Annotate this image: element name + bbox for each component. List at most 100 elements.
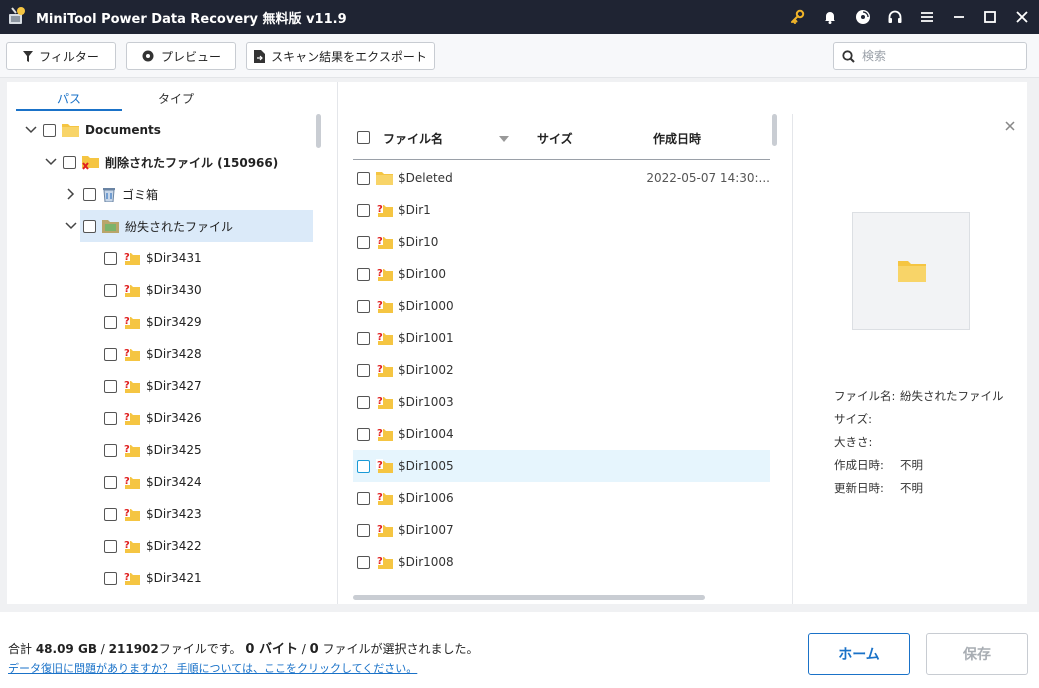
tree-checkbox[interactable] [104,315,117,329]
tree-checkbox[interactable] [104,411,117,425]
tree-item-label: Documents [85,123,161,137]
tree-checkbox[interactable] [43,123,56,137]
file-checkbox[interactable] [357,299,370,313]
search-box[interactable] [833,42,1027,70]
tree-item-dir[interactable]: ? $Dir3422 [104,530,202,562]
tree-item-dir[interactable]: ? $Dir3428 [104,338,202,370]
chevron-right-icon[interactable] [64,187,78,201]
tree-checkbox[interactable] [104,539,117,553]
tab-type[interactable]: タイプ [158,90,194,107]
file-checkbox[interactable] [357,491,370,505]
tree-checkbox[interactable] [104,571,117,585]
tree-item-recycle-bin[interactable]: ゴミ箱 [64,178,158,210]
menu-icon[interactable] [916,6,938,28]
sort-arrow-icon[interactable] [499,131,509,145]
tree-checkbox[interactable] [104,379,117,393]
tree-checkbox[interactable] [83,187,96,201]
file-checkbox[interactable] [357,459,370,473]
file-checkbox[interactable] [357,363,370,377]
filter-button[interactable]: フィルター [6,42,116,70]
tree-item-dir[interactable]: ? $Dir3424 [104,466,202,498]
file-checkbox[interactable] [357,267,370,281]
tree-checkbox[interactable] [104,443,117,457]
tree-item-dir[interactable]: ? $Dir3421 [104,562,202,594]
file-list-horizontal-scrollbar[interactable] [353,595,705,600]
tree-item-dir[interactable]: ? $Dir3426 [104,402,202,434]
select-all-checkbox[interactable] [357,131,370,144]
tree-scrollbar[interactable] [316,114,321,148]
file-checkbox[interactable] [357,203,370,217]
unknown-folder-icon: ? [376,490,393,505]
search-input[interactable] [862,47,1022,65]
preview-button[interactable]: プレビュー [126,42,236,70]
tree-item-dir[interactable]: ? $Dir3429 [104,306,202,338]
save-button[interactable]: 保存 [926,633,1028,675]
home-button[interactable]: ホーム [808,633,910,675]
file-row[interactable]: ? $Dir1007 [353,514,770,546]
chevron-down-icon[interactable] [44,155,58,169]
help-link[interactable]: データ復旧に問題がありますか？ 手順については、ここをクリックしてください。 [8,660,417,676]
file-checkbox[interactable] [357,523,370,537]
file-row[interactable]: $Deleted 2022-05-07 14:30:... [353,162,770,194]
tree-checkbox[interactable] [104,283,117,297]
tree-item-dir[interactable]: ? $Dir3430 [104,274,202,306]
bell-icon[interactable] [819,6,841,28]
tree-checkbox[interactable] [63,155,76,169]
tree-item-label: 削除されたファイル (150966) [105,155,279,170]
file-row[interactable]: ? $Dir100 [353,258,770,290]
tree-item-lost-files[interactable]: 紛失されたファイル [64,210,233,242]
summary-files-text: ファイルです。 [158,642,246,656]
close-icon[interactable] [1011,6,1033,28]
minimize-icon[interactable] [948,6,970,28]
file-row[interactable]: ? $Dir1005 [353,450,770,482]
tree-checkbox[interactable] [83,219,96,233]
headset-icon[interactable] [884,6,906,28]
file-row[interactable]: ? $Dir1008 [353,546,770,578]
file-checkbox[interactable] [357,235,370,249]
tree-checkbox[interactable] [104,475,117,489]
disc-icon[interactable] [852,6,874,28]
file-row[interactable]: ? $Dir1006 [353,482,770,514]
key-icon[interactable] [786,6,808,28]
unknown-folder-icon: ? [376,522,393,537]
chevron-down-icon[interactable] [24,123,38,137]
unknown-folder-icon: ? [123,346,140,361]
file-checkbox[interactable] [357,555,370,569]
tree-item-dir[interactable]: ? $Dir3423 [104,498,202,530]
maximize-icon[interactable] [979,6,1001,28]
unknown-folder-icon: ? [123,538,140,553]
column-header-created[interactable]: 作成日時 [653,130,701,147]
file-icon-wrap: ? [376,202,393,218]
column-header-size[interactable]: サイズ [537,130,573,147]
file-checkbox[interactable] [357,395,370,409]
file-checkbox[interactable] [357,331,370,345]
tree-item-label: $Dir3430 [146,283,202,297]
file-row[interactable]: ? $Dir1000 [353,290,770,322]
export-button[interactable]: スキャン結果をエクスポート [246,42,435,70]
tab-path[interactable]: パス [57,90,81,107]
active-tab-indicator [16,109,122,111]
file-name: $Dir1002 [398,363,454,377]
tree-checkbox[interactable] [104,507,117,521]
file-list-vertical-scrollbar[interactable] [772,114,777,146]
file-row[interactable]: ? $Dir1004 [353,418,770,450]
tree-item-documents[interactable]: Documents [24,114,161,146]
file-checkbox[interactable] [357,427,370,441]
file-row[interactable]: ? $Dir1 [353,194,770,226]
chevron-down-icon[interactable] [64,219,78,233]
file-name: $Dir1003 [398,395,454,409]
tree-checkbox[interactable] [104,347,117,361]
tree-item-dir[interactable]: ? $Dir3431 [104,242,202,274]
tree-item-deleted-files[interactable]: 削除されたファイル (150966) [44,146,278,178]
unknown-folder-icon: ? [376,426,393,441]
column-header-name[interactable]: ファイル名 [383,130,443,147]
tree-checkbox[interactable] [104,251,117,265]
file-row[interactable]: ? $Dir10 [353,226,770,258]
tree-item-dir[interactable]: ? $Dir3425 [104,434,202,466]
file-row[interactable]: ? $Dir1001 [353,322,770,354]
close-preview-icon[interactable] [1005,120,1015,134]
file-row[interactable]: ? $Dir1002 [353,354,770,386]
tree-item-dir[interactable]: ? $Dir3427 [104,370,202,402]
file-checkbox[interactable] [357,171,370,185]
file-row[interactable]: ? $Dir1003 [353,386,770,418]
